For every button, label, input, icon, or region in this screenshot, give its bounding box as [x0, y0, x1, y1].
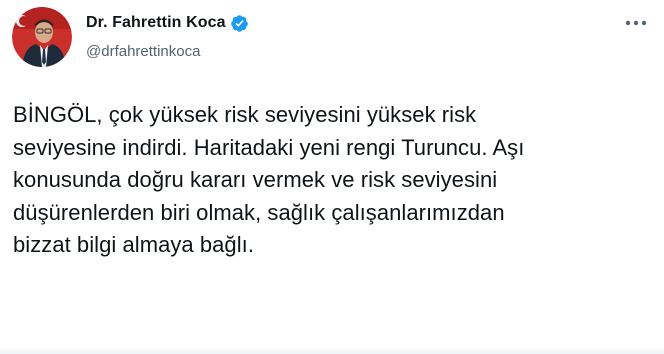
avatar[interactable] [12, 7, 72, 67]
card-bottom-divider [0, 346, 664, 354]
verified-badge-icon [230, 14, 249, 33]
tweet-card: Dr. Fahrettin Koca @drfahrettinkoca BİNG… [0, 0, 664, 354]
more-options-button[interactable] [622, 12, 650, 34]
tweet-text: BİNGÖL, çok yüksek risk seviyesini yükse… [13, 102, 525, 257]
author-display-name[interactable]: Dr. Fahrettin Koca [86, 14, 226, 32]
more-options-icon [625, 20, 647, 26]
author-name-row[interactable]: Dr. Fahrettin Koca [86, 12, 249, 34]
profile-photo-icon [12, 7, 72, 67]
author-handle[interactable]: @drfahrettinkoca [86, 43, 200, 60]
